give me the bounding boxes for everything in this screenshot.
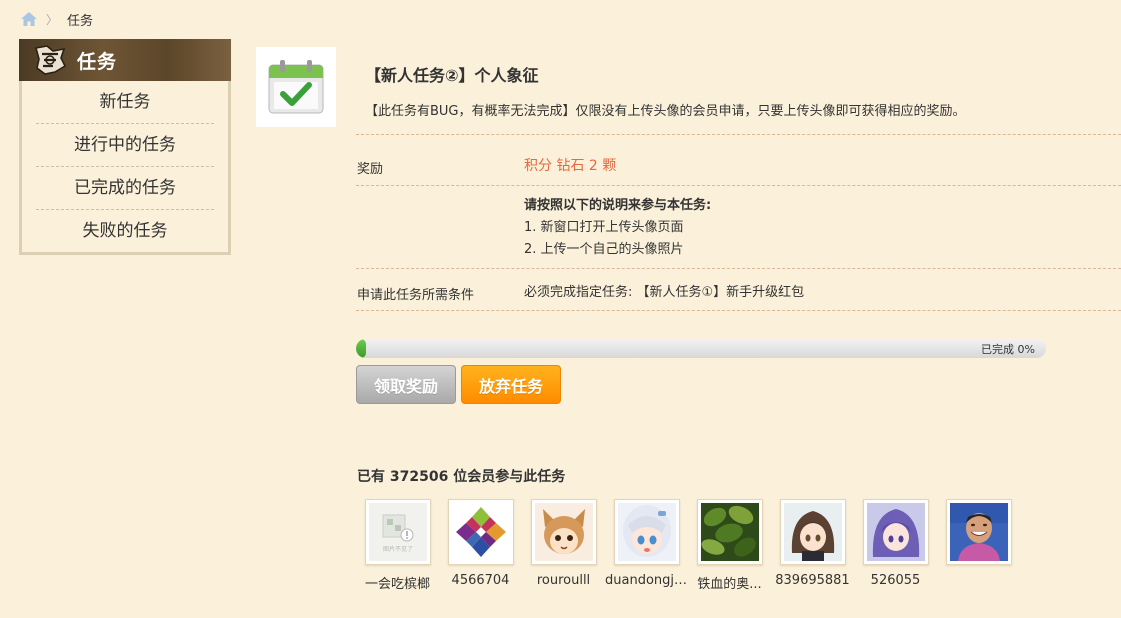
- member-item[interactable]: 图片不见了 一会吃槟榔: [356, 499, 439, 592]
- member-item[interactable]: 铁血的奥...: [688, 499, 771, 592]
- avatar[interactable]: [779, 499, 846, 565]
- divider: [356, 268, 1121, 269]
- divider: [356, 134, 1121, 135]
- sidebar-item-completed[interactable]: 已完成的任务: [36, 167, 214, 210]
- task-emblem-icon: [34, 45, 67, 75]
- avatar[interactable]: [530, 499, 597, 565]
- member-name[interactable]: duandongjiemcyutingli...: [605, 573, 688, 588]
- instruction-step-2: 2. 上传一个自己的头像照片: [524, 242, 684, 257]
- breadcrumb: 〉 任务: [20, 9, 93, 29]
- member-item[interactable]: rouroulll: [522, 499, 605, 592]
- instructions-heading: 请按照以下的说明来参与本任务:: [524, 198, 712, 213]
- task-progress-bar: 已完成 0%: [356, 339, 1046, 358]
- member-item[interactable]: 839695881: [771, 499, 854, 592]
- condition-value: 必须完成指定任务: 【新人任务①】新手升级红包: [524, 285, 805, 300]
- sidebar-item-new-tasks[interactable]: 新任务: [36, 81, 214, 124]
- sidebar-title: 任务: [77, 50, 118, 73]
- avatar[interactable]: [696, 499, 763, 565]
- progress-fill: [356, 339, 366, 358]
- avatar[interactable]: [862, 499, 929, 565]
- progress-text: 已完成 0%: [981, 343, 1035, 356]
- avatar[interactable]: [613, 499, 680, 565]
- instruction-step-1[interactable]: 1. 新窗口打开上传头像页面: [524, 220, 684, 235]
- anime-white-hair-girl-icon: [617, 503, 676, 561]
- task-icon: [256, 47, 336, 127]
- geometric-logo-icon: [451, 503, 510, 561]
- sidebar-item-failed[interactable]: 失败的任务: [36, 210, 214, 253]
- task-instructions: 请按照以下的说明来参与本任务: 1. 新窗口打开上传头像页面 2. 上传一个自己…: [524, 195, 711, 261]
- condition-label: 申请此任务所需条件: [357, 288, 475, 303]
- avatar[interactable]: 图片不见了: [364, 499, 431, 565]
- member-name[interactable]: 839695881: [771, 573, 854, 588]
- reward-value: 积分 钻石 2 颗: [524, 158, 617, 174]
- sidebar-item-in-progress[interactable]: 进行中的任务: [36, 124, 214, 167]
- smiling-man-photo-icon: [949, 503, 1008, 561]
- member-list: 图片不见了 一会吃槟榔 4566704 rouroulll duandongji…: [356, 499, 1020, 592]
- anime-purple-hair-girl-icon: [866, 503, 925, 561]
- member-name[interactable]: 铁血的奥...: [688, 573, 771, 592]
- sidebar: 任务 新任务 进行中的任务 已完成的任务 失败的任务: [19, 39, 231, 255]
- anime-fox-girl-icon: [534, 503, 593, 561]
- sidebar-header: 任务: [19, 39, 231, 81]
- member-name[interactable]: 一会吃槟榔: [356, 573, 439, 592]
- member-name[interactable]: 4566704: [439, 573, 522, 588]
- anime-brown-hair-girl-icon: [783, 503, 842, 561]
- member-name[interactable]: rouroulll: [522, 573, 605, 588]
- home-icon[interactable]: [20, 11, 38, 27]
- breadcrumb-separator-icon: 〉: [46, 12, 59, 27]
- task-title: 【新人任务②】个人象征: [365, 66, 539, 85]
- calendar-check-icon: [268, 60, 324, 114]
- broken-image-icon: 图片不见了: [368, 503, 427, 561]
- avatar[interactable]: [945, 499, 1012, 565]
- avatar[interactable]: [447, 499, 514, 565]
- divider: [356, 310, 1121, 311]
- reward-label: 奖励: [357, 162, 384, 177]
- breadcrumb-current[interactable]: 任务: [67, 10, 93, 29]
- member-item[interactable]: 4566704: [439, 499, 522, 592]
- placeholder-text: 图片不见了: [382, 545, 412, 553]
- member-item[interactable]: duandongjiemcyutingli...: [605, 499, 688, 592]
- green-leaves-icon: [700, 503, 759, 561]
- task-description: 【此任务有BUG，有概率无法完成】仅限没有上传头像的会员申请，只要上传头像即可获…: [365, 104, 966, 119]
- sidebar-menu: 新任务 进行中的任务 已完成的任务 失败的任务: [22, 81, 228, 253]
- divider: [356, 185, 1121, 186]
- member-item[interactable]: 526055: [854, 499, 937, 592]
- abandon-task-button[interactable]: 放弃任务: [461, 365, 561, 404]
- member-name[interactable]: 526055: [854, 573, 937, 588]
- member-item[interactable]: 526055: [937, 499, 1020, 592]
- claim-reward-button[interactable]: 领取奖励: [356, 365, 456, 404]
- participant-count: 已有 372506 位会员参与此任务: [357, 469, 566, 485]
